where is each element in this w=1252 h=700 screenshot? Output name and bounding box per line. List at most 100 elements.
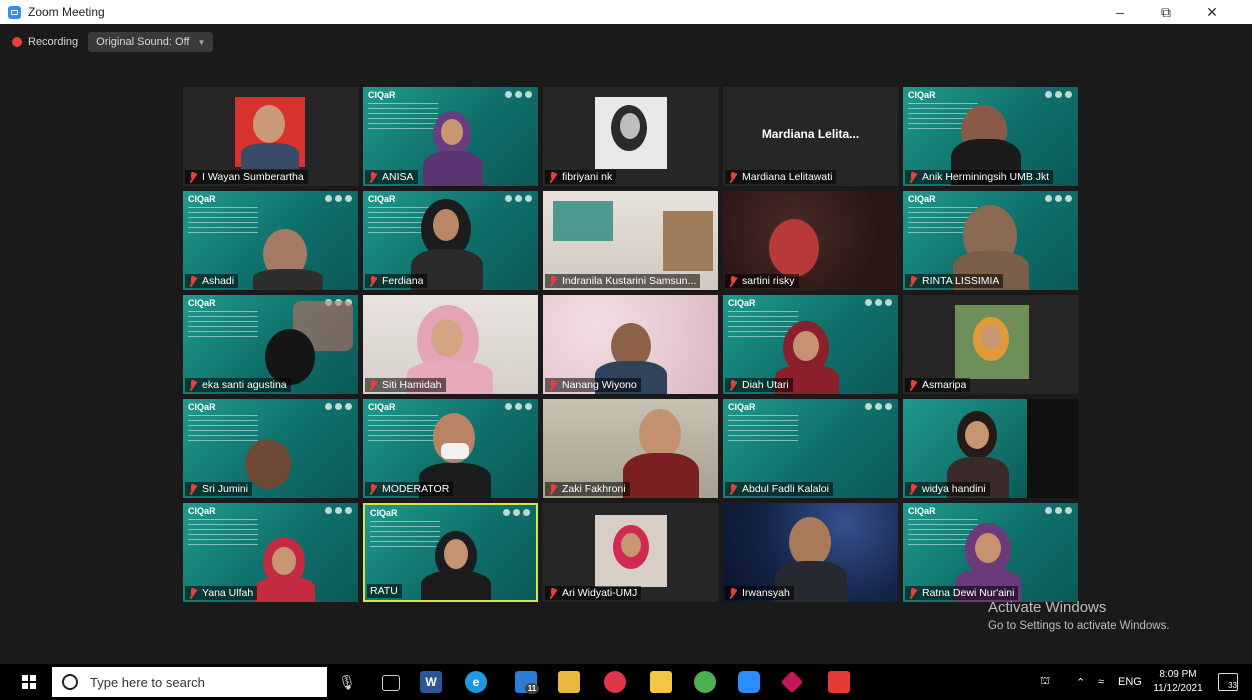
muted-mic-icon <box>188 275 198 287</box>
clock-time: 8:09 PM <box>1159 669 1197 680</box>
muted-mic-icon <box>728 275 738 287</box>
zoom-taskbar-icon[interactable] <box>738 671 760 693</box>
muted-mic-icon <box>908 171 918 183</box>
participant-name: Siti Hamidah <box>382 379 442 391</box>
word-icon[interactable]: W <box>420 671 442 693</box>
participant-name: sartini risky <box>742 275 795 287</box>
pdf-reader-icon[interactable] <box>828 671 850 693</box>
people-icon[interactable]: 11 <box>515 671 540 694</box>
muted-mic-icon <box>368 275 378 287</box>
close-button[interactable]: ✕ <box>1192 0 1232 24</box>
participant-tile[interactable]: CIQaR Yana Ulfah <box>183 503 358 602</box>
participant-tile[interactable]: CIQaR eka santi agustina <box>183 295 358 394</box>
cortana-icon <box>62 674 78 690</box>
participant-tile[interactable]: fibriyani nk <box>543 87 718 186</box>
edge-icon[interactable]: e <box>465 671 487 693</box>
participant-name: Yana Ulfah <box>202 587 254 599</box>
muted-mic-icon <box>728 171 738 183</box>
participant-name: Diah Utari <box>742 379 789 391</box>
gallery-grid: I Wayan Sumberartha CIQaR ANISA fibriyan… <box>183 87 1083 603</box>
muted-mic-icon <box>908 483 918 495</box>
participant-name: MODERATOR <box>382 483 450 495</box>
taskbar-search-box[interactable]: Type here to search <box>52 667 327 697</box>
participant-tile-active-speaker[interactable]: CIQaR RATU <box>363 503 538 602</box>
muted-mic-icon <box>188 171 198 183</box>
participant-name: Ratna Dewi Nur'aini <box>922 587 1015 599</box>
participant-tile[interactable]: Siti Hamidah <box>363 295 538 394</box>
people-tray-icon[interactable]: ⛫ <box>1040 664 1050 700</box>
taskbar-clock[interactable]: 8:09 PM 11/12/2021 <box>1148 668 1208 696</box>
store-icon[interactable] <box>650 671 672 693</box>
participant-tile[interactable]: I Wayan Sumberartha <box>183 87 358 186</box>
participant-tile[interactable]: CIQaR Sri Jumini <box>183 399 358 498</box>
muted-mic-icon <box>188 483 198 495</box>
participant-name: RATU <box>370 585 398 597</box>
media-player-icon[interactable] <box>604 671 626 693</box>
original-sound-label: Original Sound: Off <box>96 36 190 48</box>
network-icon[interactable]: ≈ <box>1098 664 1104 700</box>
muted-mic-icon <box>728 379 738 391</box>
participant-tile[interactable]: CIQaR Ratna Dewi Nur'aini <box>903 503 1078 602</box>
muted-mic-icon <box>548 171 558 183</box>
participant-tile[interactable]: Nanang Wiyono <box>543 295 718 394</box>
muted-mic-icon <box>908 275 918 287</box>
muted-mic-icon <box>548 275 558 287</box>
watermark-subtitle: Go to Settings to activate Windows. <box>988 620 1170 632</box>
window-titlebar: Zoom Meeting – ⧉ ✕ <box>0 0 1252 24</box>
chevron-up-icon[interactable]: ⌃ <box>1076 664 1085 700</box>
muted-mic-icon <box>548 587 558 599</box>
participant-tile[interactable]: CIQaR Abdul Fadli Kalaloi <box>723 399 898 498</box>
participant-name: Ashadi <box>202 275 235 287</box>
participant-tile[interactable]: CIQaR ANISA <box>363 87 538 186</box>
participant-tile[interactable]: Asmaripa <box>903 295 1078 394</box>
participant-placeholder-name: Mardiana Lelita... <box>761 127 860 141</box>
activate-windows-watermark: Activate Windows Go to Settings to activ… <box>988 599 1170 632</box>
participant-tile[interactable]: CIQaR MODERATOR <box>363 399 538 498</box>
participant-tile[interactable]: Mardiana Lelita... Mardiana Lelitawati <box>723 87 898 186</box>
muted-mic-icon <box>368 483 378 495</box>
muted-mic-icon <box>188 379 198 391</box>
recording-label: Recording <box>28 36 79 48</box>
task-view-icon[interactable] <box>382 675 400 691</box>
winrar-icon[interactable] <box>780 670 804 694</box>
window-title: Zoom Meeting <box>28 5 105 19</box>
original-sound-button[interactable]: Original Sound: Off ▼ <box>88 32 214 52</box>
participant-name: eka santi agustina <box>202 379 287 391</box>
file-explorer-icon[interactable] <box>558 671 580 693</box>
chevron-down-icon[interactable]: ▼ <box>198 38 206 47</box>
participant-name: Anik Herminingsih UMB Jkt <box>922 171 1050 183</box>
minimize-button[interactable]: – <box>1100 0 1140 24</box>
participant-tile[interactable]: CIQaR RINTA LISSIMIA <box>903 191 1078 290</box>
participant-name: widya handini <box>922 483 986 495</box>
muted-mic-icon <box>908 587 918 599</box>
participant-tile[interactable]: CIQaR Ashadi <box>183 191 358 290</box>
muted-mic-icon <box>188 587 198 599</box>
maximize-button[interactable]: ⧉ <box>1146 0 1186 24</box>
participant-tile[interactable]: Zaki Fakhroni <box>543 399 718 498</box>
muted-mic-icon <box>908 379 918 391</box>
participant-name: Nanang Wiyono <box>562 379 637 391</box>
participant-name: Mardiana Lelitawati <box>742 171 833 183</box>
participant-tile[interactable]: Irwansyah <box>723 503 898 602</box>
participant-tile[interactable]: Indranila Kustarini Samsun... <box>543 191 718 290</box>
participant-tile[interactable]: CIQaR Ferdiana <box>363 191 538 290</box>
muted-mic-icon <box>548 483 558 495</box>
zoom-app-icon <box>8 5 21 19</box>
participant-name: Asmaripa <box>922 379 967 391</box>
participant-tile[interactable]: CIQaR Anik Herminingsih UMB Jkt <box>903 87 1078 186</box>
windows-start-icon[interactable] <box>22 675 36 689</box>
participant-tile[interactable]: Ari Widyati-UMJ <box>543 503 718 602</box>
participant-tile[interactable]: sartini risky <box>723 191 898 290</box>
participant-name: Ari Widyati-UMJ <box>562 587 638 599</box>
recording-icon <box>12 37 22 47</box>
participant-name: Irwansyah <box>742 587 790 599</box>
participant-tile[interactable]: widya handini <box>903 399 1078 498</box>
notification-center-icon[interactable]: 33 <box>1218 673 1238 691</box>
chrome-icon[interactable] <box>694 671 716 693</box>
microphone-icon[interactable]: 🎙 <box>336 671 358 693</box>
participant-name: ANISA <box>382 171 414 183</box>
search-placeholder: Type here to search <box>90 674 205 690</box>
participant-name: Sri Jumini <box>202 483 249 495</box>
language-indicator[interactable]: ENG <box>1118 664 1142 700</box>
participant-tile[interactable]: CIQaR Diah Utari <box>723 295 898 394</box>
